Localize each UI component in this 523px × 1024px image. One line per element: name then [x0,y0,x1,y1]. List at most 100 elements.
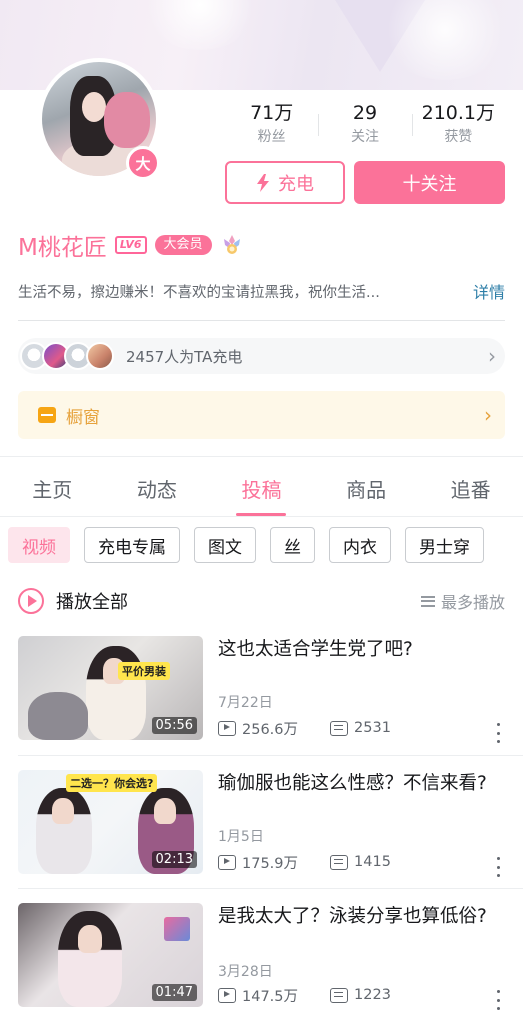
chargers-count: 2457人为TA充电 [126,347,243,366]
sort-dropdown[interactable]: 最多播放 [420,589,505,613]
thumbnail-tag: 平价男装 [118,662,170,680]
video-danmaku: 2531 [354,720,391,736]
video-meta: 175.9万 1415 [218,852,391,872]
play-count-icon [218,720,236,736]
shop-window-row[interactable]: 橱窗 › [18,391,505,439]
stat-label: 关注 [350,129,379,145]
danmaku-icon [330,987,349,1003]
thumbnail-figure [78,925,102,953]
video-views: 256.6万 [242,721,299,738]
username: M桃花匠 [18,235,107,261]
video-danmaku: 1415 [354,854,391,870]
play-all-row: 播放全部 最多播放 [18,586,505,616]
video-danmaku: 1223 [354,987,391,1003]
tab-dynamics[interactable]: 动态 [105,468,210,516]
tab-home[interactable]: 主页 [0,468,105,516]
video-title[interactable]: 这也太适合学生党了吧? [218,636,503,663]
level-badge: LV6 [114,236,147,254]
stat-label: 粉丝 [257,129,286,145]
sort-label: 最多播放 [440,593,505,612]
more-options-icon[interactable] [495,723,501,743]
tab-uploads[interactable]: 投稿 [209,468,314,516]
video-meta: 256.6万 2531 [218,718,391,738]
avatar-figure-face [82,92,106,122]
stat-following[interactable]: 29 关注 [318,100,411,152]
charger-avatar [86,342,114,370]
play-count-icon [218,987,236,1003]
danmaku-icon [330,854,349,870]
profile-tabs: 主页 动态 投稿 商品 追番 [0,468,523,516]
video-views: 175.9万 [242,855,299,872]
signature-more-link[interactable]: 详情 [473,279,505,303]
video-duration: 02:13 [151,851,197,868]
thumbnail-figure [164,917,190,941]
stat-likes[interactable]: 210.1万 获赞 [411,100,505,152]
shop-window-label: 橱窗 [66,407,100,428]
charge-button[interactable]: 充电 [225,161,345,204]
banner-decoration [140,0,260,50]
chargers-row[interactable]: 2457人为TA充电 › [18,338,505,374]
stat-value: 29 [352,102,378,124]
filter-chip-charge-exclusive[interactable]: 充电专属 [84,527,180,563]
divider [18,320,505,321]
shop-icon [38,407,56,423]
medal-icon[interactable] [220,233,244,257]
video-thumbnail[interactable]: 二选一？你会选? 02:13 [18,770,203,874]
avatar-plush-toy [104,92,150,148]
thumbnail-figure [52,798,74,824]
avatar-container[interactable]: 大 [38,58,160,180]
danmaku-icon [330,720,349,736]
charge-button-label: 充电 [278,173,314,195]
avatar-vip-badge: 大 [126,146,160,180]
follow-button[interactable]: 十关注 [354,161,505,204]
stat-value: 71万 [250,102,294,124]
name-row: M桃花匠 LV6 大会员 [18,228,244,262]
video-item[interactable]: 二选一？你会选? 02:13 瑜伽服也能这么性感？不信来看? 1月5日 175.… [18,770,505,877]
vip-badge[interactable]: 大会员 [154,235,212,255]
video-title[interactable]: 瑜伽服也能这么性感？不信来看? [218,770,503,797]
sort-list-icon [420,595,435,607]
thumbnail-tag: 二选一？你会选? [66,774,158,792]
stat-fans[interactable]: 71万 粉丝 [225,100,318,152]
lightning-icon [257,173,269,192]
tab-anime[interactable]: 追番 [418,468,523,516]
more-options-icon[interactable] [495,857,501,877]
video-date: 1月5日 [218,829,264,845]
video-date: 3月28日 [218,964,273,980]
row-divider [18,755,523,756]
play-circle-icon[interactable] [18,588,44,614]
filter-chip-lingerie[interactable]: 内衣 [329,527,391,563]
video-item[interactable]: 01:47 是我太大了？泳装分享也算低俗? 3月28日 147.5万 1223 [18,903,505,1010]
row-divider [18,888,523,889]
play-count-icon [218,854,236,870]
signature-row: 生活不易，擦边赚米！不喜欢的宝请拉黑我，祝你生活... 详情 [18,279,505,303]
video-views: 147.5万 [242,988,299,1005]
chevron-right-icon: › [488,344,496,368]
video-thumbnail[interactable]: 平价男装 05:56 [18,636,203,740]
video-title[interactable]: 是我太大了？泳装分享也算低俗? [218,903,503,930]
video-item[interactable]: 平价男装 05:56 这也太适合学生党了吧? 7月22日 256.6万 2531 [18,636,505,743]
thumbnail-figure [28,692,88,740]
video-duration: 01:47 [151,984,197,1001]
thumbnail-figure [154,798,176,824]
more-options-icon[interactable] [495,990,501,1010]
video-date: 7月22日 [218,695,273,711]
section-divider [0,456,523,464]
signature-text: 生活不易，擦边赚米！不喜欢的宝请拉黑我，祝你生活... [18,284,380,301]
profile-stats: 71万 粉丝 29 关注 210.1万 获赞 [225,100,505,152]
video-meta: 147.5万 1223 [218,985,391,1005]
video-thumbnail[interactable]: 01:47 [18,903,203,1007]
stat-value: 210.1万 [421,102,496,124]
chevron-right-icon: › [484,403,492,427]
filter-chip-video[interactable]: 视频 [8,527,70,563]
video-duration: 05:56 [151,717,197,734]
tabs-divider [0,516,523,517]
filter-chips: 视频 充电专属 图文 丝 内衣 男士穿 [8,527,523,565]
filter-chip-image-text[interactable]: 图文 [194,527,256,563]
play-all-button[interactable]: 播放全部 [56,588,421,614]
stat-label: 获赞 [444,129,473,145]
filter-chip-silk[interactable]: 丝 [270,527,315,563]
tab-products[interactable]: 商品 [314,468,419,516]
filter-chip-menswear[interactable]: 男士穿 [405,527,484,563]
follow-button-label: 十关注 [402,173,457,195]
